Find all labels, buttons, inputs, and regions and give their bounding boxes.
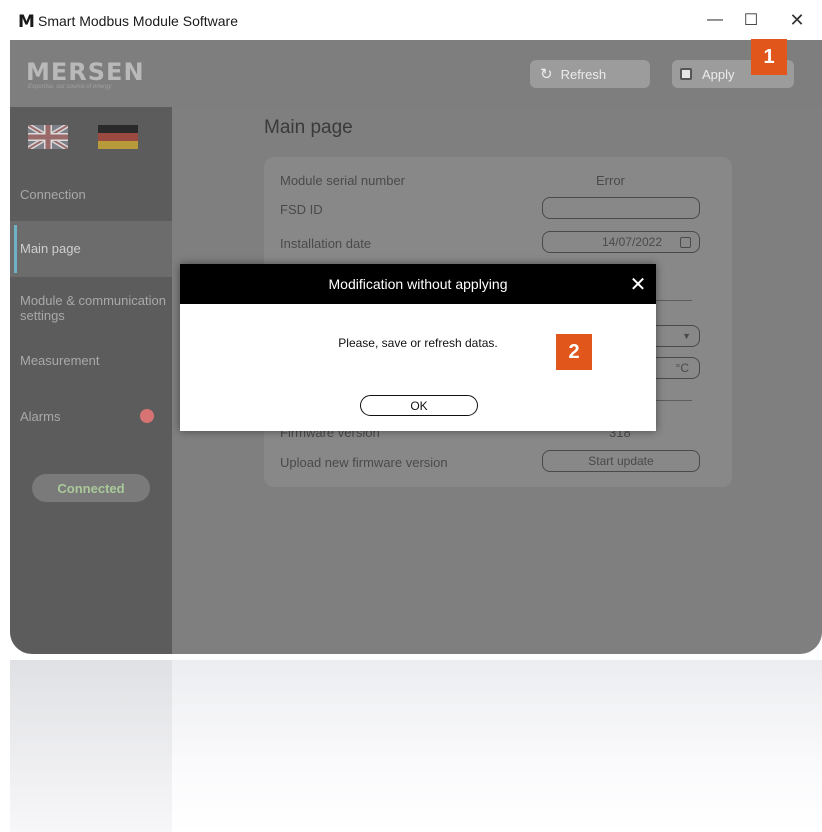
refresh-label: Refresh xyxy=(560,66,607,82)
app-header: MERSEN Expertise, our source of energy ↻… xyxy=(10,40,822,107)
temperature-unit: °C xyxy=(675,361,689,375)
chevron-down-icon: ▼ xyxy=(682,331,691,341)
page-title: Main page xyxy=(264,117,353,138)
maximize-button[interactable]: ☐ xyxy=(728,0,774,40)
fsd-id-input[interactable] xyxy=(542,197,700,219)
apply-label: Apply xyxy=(702,66,735,82)
installation-date-label: Installation date xyxy=(280,236,372,251)
title-bar: M Smart Modbus Module Software — ☐ ✕ xyxy=(0,0,822,40)
mersen-logo: MERSEN xyxy=(26,58,145,86)
window-reflection xyxy=(10,660,822,832)
dialog-close-button[interactable]: ✕ xyxy=(626,270,650,298)
active-indicator xyxy=(14,225,17,273)
fsd-id-label: FSD ID xyxy=(280,202,323,217)
alarm-status-dot xyxy=(140,409,154,423)
sidebar-item-main-page[interactable]: Main page xyxy=(10,221,172,277)
dialog-title: Modification without applying xyxy=(180,264,656,304)
installation-date-input[interactable]: 14/07/2022 xyxy=(542,231,700,253)
annotation-badge-1: 1 xyxy=(751,39,787,75)
window-title: Smart Modbus Module Software xyxy=(38,13,238,29)
sidebar: Connection Main page Module & communicat… xyxy=(10,107,172,654)
serial-number-value: Error xyxy=(596,173,625,188)
german-flag-icon[interactable] xyxy=(98,125,138,149)
save-icon xyxy=(680,68,692,80)
close-window-button[interactable]: ✕ xyxy=(774,0,820,40)
ok-button[interactable]: OK xyxy=(360,395,478,416)
connection-status-button[interactable]: Connected xyxy=(32,474,150,502)
sidebar-item-connection[interactable]: Connection xyxy=(10,173,172,217)
sidebar-item-module-communication-settings[interactable]: Module & communication settings xyxy=(10,293,172,329)
installation-date-value: 14/07/2022 xyxy=(601,235,662,249)
brand-tagline: Expertise, our source of energy xyxy=(28,84,112,90)
sidebar-item-label: Main page xyxy=(20,241,81,256)
start-update-button[interactable]: Start update xyxy=(542,450,700,472)
upload-firmware-label: Upload new firmware version xyxy=(280,455,448,470)
sidebar-item-measurement[interactable]: Measurement xyxy=(10,343,172,379)
serial-number-label: Module serial number xyxy=(280,173,406,188)
reflection-sidebar xyxy=(10,660,172,832)
refresh-icon: ↻ xyxy=(540,66,553,83)
refresh-button[interactable]: ↻ Refresh xyxy=(530,60,650,88)
app-logo-icon: M xyxy=(18,12,35,32)
calendar-icon[interactable] xyxy=(680,236,691,248)
annotation-badge-2: 2 xyxy=(556,334,592,370)
uk-flag-icon[interactable] xyxy=(28,125,68,149)
